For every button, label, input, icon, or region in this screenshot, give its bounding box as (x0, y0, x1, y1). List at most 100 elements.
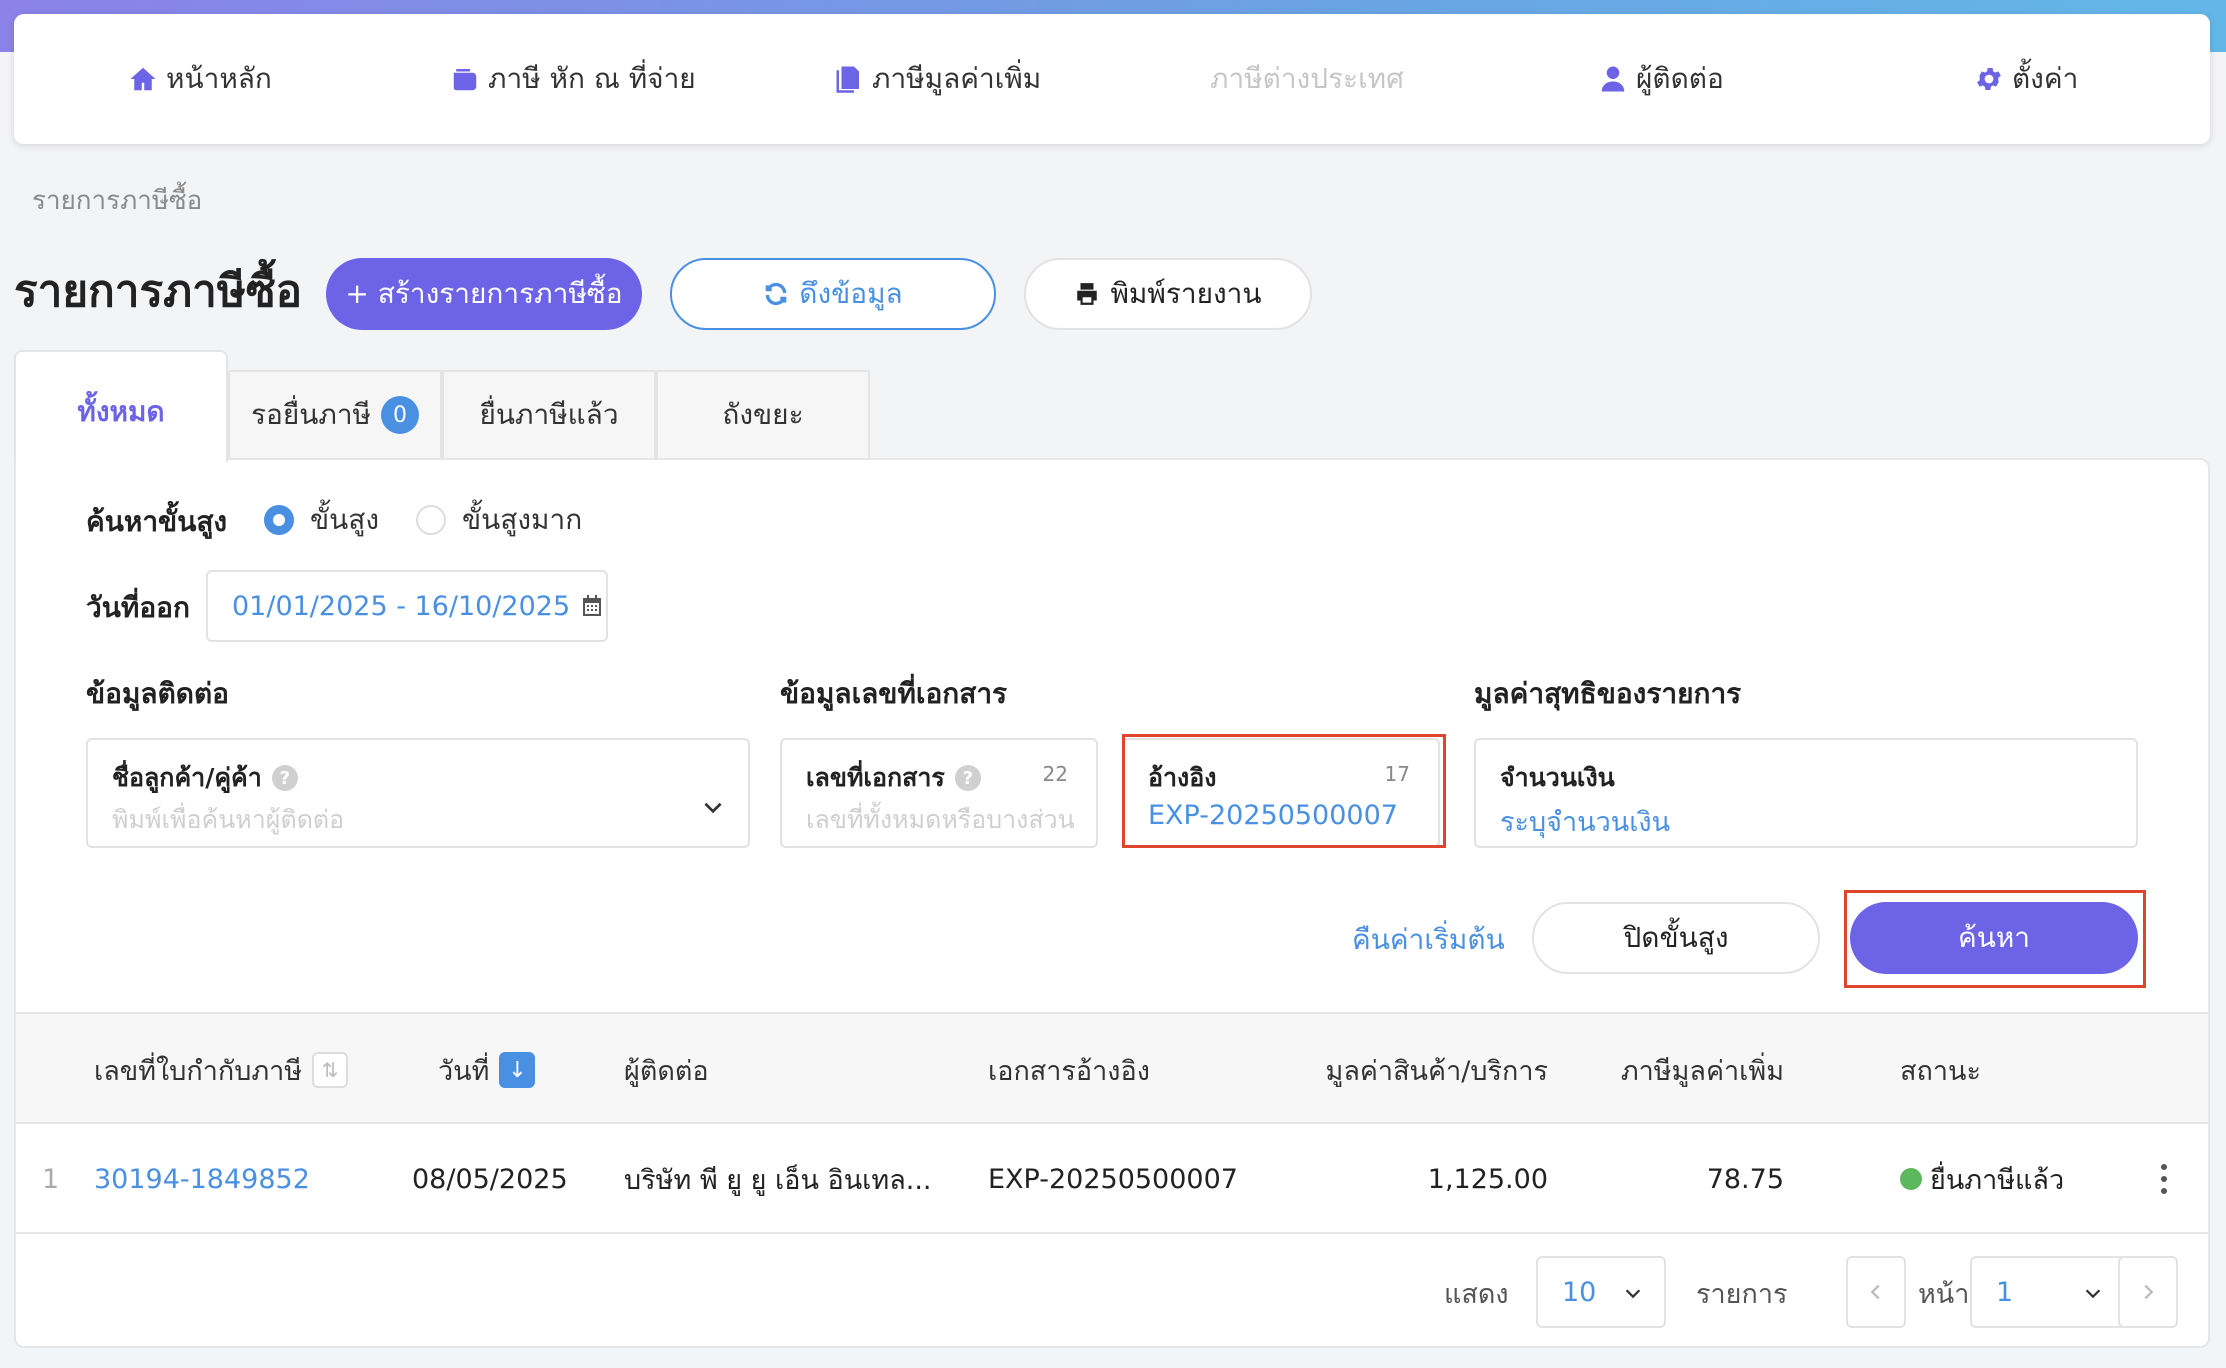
per-page-value: 10 (1562, 1276, 1597, 1308)
document-icon (836, 66, 859, 93)
customer-select[interactable]: ชื่อลูกค้า/คู่ค้า ? พิมพ์เพื่อค้นหาผู้ติ… (86, 738, 750, 848)
col-amount: มูลค่าสินค้า/บริการ (1312, 1014, 1548, 1126)
nav-settings-label: ตั้งค่า (2012, 62, 2079, 95)
date-range-value: 01/01/2025 - 16/10/2025 (232, 590, 571, 622)
row-reference: EXP-20250500007 (988, 1163, 1238, 1195)
main-navbar: หน้าหลัก ภาษี หัก ณ ที่จ่าย ภาษีมูลค่าเพ… (14, 14, 2210, 144)
sort-icon[interactable]: ⇅ (312, 1052, 349, 1088)
tab-filed[interactable]: ยื่นภาษีแล้ว (442, 370, 656, 460)
advanced-search-label: ค้นหาขั้นสูง (86, 505, 228, 538)
refresh-icon (765, 282, 787, 306)
docno-field[interactable]: เลขที่เอกสาร ? 22 เลขที่ทั้งหมดหรือบางส่… (780, 738, 1098, 848)
row-vat: 78.75 (1706, 1163, 1784, 1195)
col-vat-label: ภาษีมูลค่าเพิ่ม (1620, 1055, 1784, 1087)
wallet-icon (453, 69, 477, 91)
chevron-left-icon (1870, 1284, 1880, 1300)
close-advanced-button[interactable]: ปิดขั้นสูง (1532, 902, 1820, 974)
print-button-label: พิมพ์รายงาน (1110, 277, 1262, 310)
amount-field[interactable]: จำนวนเงิน ระบุจำนวนเงิน (1474, 738, 2138, 848)
col-reference-label: เอกสารอ้างอิง (988, 1055, 1150, 1087)
sort-desc-icon[interactable]: ↓ (499, 1052, 536, 1088)
radio-very-advanced[interactable]: ขั้นสูงมาก (416, 498, 582, 542)
reference-highlight-box (1122, 734, 1446, 848)
table-row[interactable]: 1 30194-1849852 08/05/2025 บริษัท พี ยู … (16, 1124, 2208, 1234)
close-advanced-label: ปิดขั้นสูง (1623, 921, 1729, 954)
radio-advanced-label: ขั้นสูง (310, 503, 380, 536)
page-value: 1 (1996, 1276, 2014, 1308)
pager-page-label: หน้า (1918, 1279, 1970, 1310)
page-select[interactable]: 1 (1970, 1256, 2126, 1328)
fetch-data-button[interactable]: ดึงข้อมูล (670, 258, 996, 330)
radio-very-advanced-dot[interactable] (416, 505, 446, 535)
nav-foreign-label: ภาษีต่างประเทศ (1210, 62, 1404, 95)
docno-field-label: เลขที่เอกสาร ? (806, 758, 981, 798)
prev-page-button[interactable] (1846, 1256, 1906, 1328)
contact-section-label: ข้อมูลติดต่อ (86, 677, 229, 710)
chevron-down-icon (1625, 1289, 1641, 1299)
nav-settings[interactable]: ตั้งค่า (1974, 14, 2078, 144)
issue-date-label: วันที่ออก (86, 591, 190, 624)
page-title: รายการภาษีซื้อ (14, 266, 303, 317)
chevron-down-icon (2085, 1289, 2101, 1299)
amount-placeholder: ระบุจำนวนเงิน (1500, 807, 1671, 838)
chevron-down-icon (704, 802, 722, 814)
radio-very-advanced-label: ขั้นสูงมาก (462, 503, 583, 536)
calendar-icon (583, 595, 602, 616)
col-contact: ผู้ติดต่อ (624, 1014, 709, 1126)
col-amount-label: มูลค่าสินค้า/บริการ (1325, 1055, 1548, 1087)
row-index: 1 (42, 1163, 60, 1195)
search-highlight-box (1844, 890, 2146, 988)
col-invoice-no-label: เลขที่ใบกำกับภาษี (94, 1055, 303, 1087)
docno-char-count: 22 (1042, 762, 1068, 786)
invoice-no-link[interactable]: 30194-1849852 (94, 1124, 310, 1234)
col-status-label: สถานะ (1900, 1055, 1981, 1087)
amount-section-label: มูลค่าสุทธิของรายการ (1474, 677, 1742, 710)
tab-filed-label: ยื่นภาษีแล้ว (479, 398, 619, 431)
tab-trash[interactable]: ถังขยะ (656, 370, 870, 460)
fetch-button-label: ดึงข้อมูล (799, 277, 903, 310)
col-contact-label: ผู้ติดต่อ (624, 1055, 709, 1087)
nav-home-label: หน้าหลัก (166, 62, 272, 95)
create-button-label: + สร้างรายการภาษีซื้อ (345, 277, 623, 310)
docno-label-text: เลขที่เอกสาร (806, 763, 945, 792)
tab-trash-label: ถังขยะ (722, 398, 804, 431)
nav-vat[interactable]: ภาษีมูลค่าเพิ่ม (834, 14, 1041, 144)
col-reference: เอกสารอ้างอิง (988, 1014, 1150, 1126)
help-icon: ? (954, 765, 981, 791)
search-panel: ค้นหาขั้นสูง ขั้นสูง ขั้นสูงมาก วันที่ออ… (14, 458, 2210, 1348)
customer-label-text: ชื่อลูกค้า/คู่ค้า (112, 763, 262, 792)
col-date: วันที่ ↓ (438, 1014, 536, 1126)
tab-all[interactable]: ทั้งหมด (14, 350, 228, 462)
status-dot (1900, 1168, 1922, 1190)
nav-vat-label: ภาษีมูลค่าเพิ่ม (872, 62, 1042, 95)
nav-home[interactable]: หน้าหลัก (128, 14, 272, 144)
next-page-button[interactable] (2118, 1256, 2178, 1328)
nav-contacts[interactable]: ผู้ติดต่อ (1598, 14, 1724, 144)
amount-label-text: จำนวนเงิน (1500, 763, 1615, 792)
per-page-select[interactable]: 10 (1536, 1256, 1666, 1328)
radio-advanced[interactable]: ขั้นสูง (264, 498, 379, 542)
nav-contacts-label: ผู้ติดต่อ (1636, 62, 1724, 95)
amount-field-label: จำนวนเงิน (1500, 758, 1615, 798)
table-header: เลขที่ใบกำกับภาษี ⇅ วันที่ ↓ ผู้ติดต่อ เ… (16, 1012, 2208, 1124)
row-date: 08/05/2025 (412, 1163, 568, 1195)
row-status: ยื่นภาษีแล้ว (1900, 1124, 2064, 1234)
reset-defaults-link[interactable]: คืนค่าเริ่มต้น (1352, 918, 1505, 962)
create-purchase-tax-button[interactable]: + สร้างรายการภาษีซื้อ (326, 258, 642, 330)
nav-wht[interactable]: ภาษี หัก ณ ที่จ่าย (450, 14, 696, 144)
customer-field-label: ชื่อลูกค้า/คู่ค้า ? (112, 758, 298, 798)
radio-advanced-dot[interactable] (264, 505, 294, 535)
tab-pending[interactable]: รอยื่นภาษี 0 (228, 370, 442, 460)
col-date-label: วันที่ (438, 1055, 490, 1087)
tab-pending-label: รอยื่นภาษี (250, 398, 372, 431)
breadcrumb: รายการภาษีซื้อ (32, 186, 203, 216)
row-menu-icon[interactable] (2144, 1124, 2184, 1234)
row-contact: บริษัท พี ยู ยู เอ็น อินเทล... (624, 1164, 932, 1196)
row-amount: 1,125.00 (1427, 1163, 1548, 1195)
home-icon (130, 67, 156, 91)
print-report-button[interactable]: พิมพ์รายงาน (1024, 258, 1312, 330)
gear-icon (1977, 68, 2001, 90)
tab-all-label: ทั้งหมด (77, 395, 165, 428)
date-range-picker[interactable]: 01/01/2025 - 16/10/2025 (206, 570, 608, 642)
pending-count-badge: 0 (381, 396, 420, 434)
